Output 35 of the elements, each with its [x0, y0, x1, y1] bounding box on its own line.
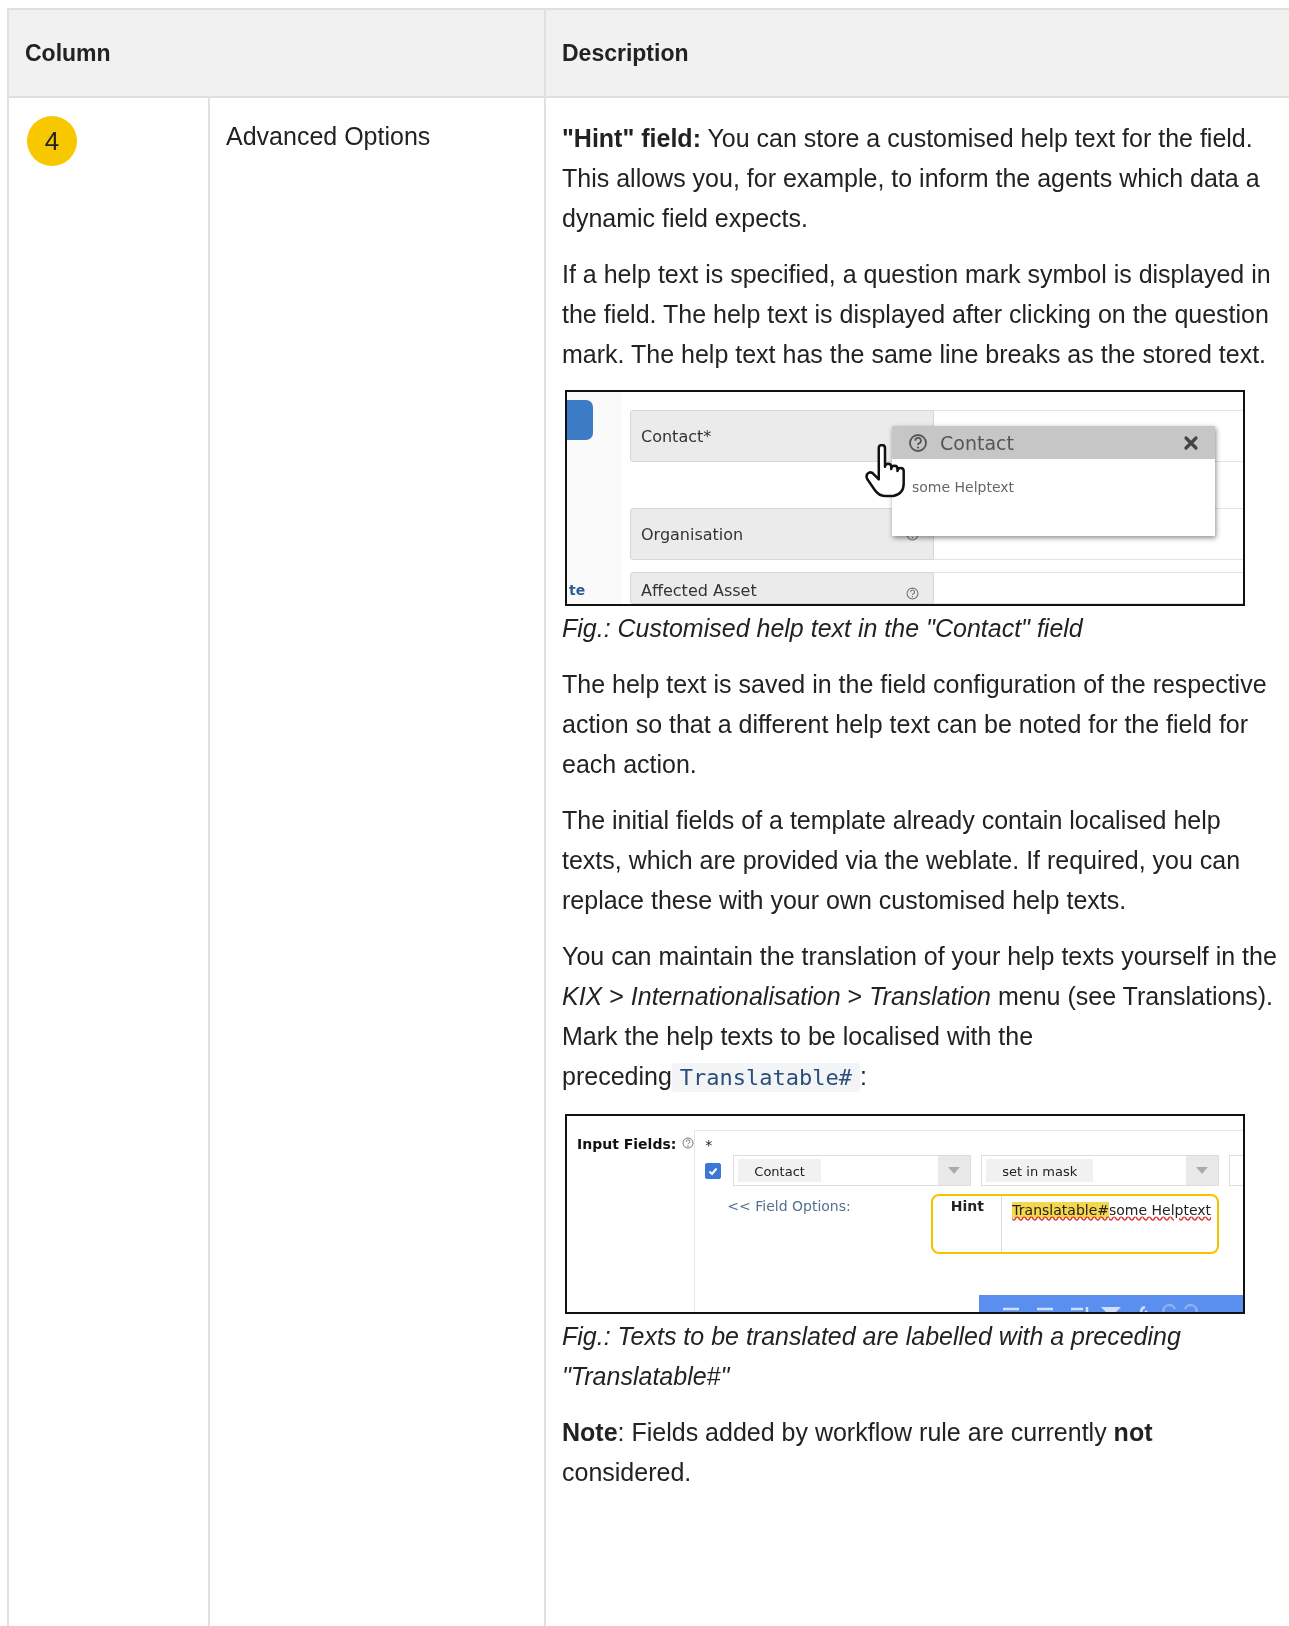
- help-icon[interactable]: [906, 587, 919, 600]
- highlighted-text: Translatable#: [1012, 1202, 1109, 1218]
- option-name: Advanced Options: [226, 121, 431, 152]
- select-field[interactable]: Contact: [733, 1155, 972, 1186]
- field-label: Hint: [933, 1196, 1003, 1252]
- figure-caption: Fig.: Customised help text in the "Contact" field: [562, 613, 1085, 644]
- description-text: The initial fields of a template already contain localised help texts, which are provided via the weblate. If required, you can replace these with your own customised help texts.: [562, 805, 1242, 916]
- number-badge: 4: [27, 116, 77, 166]
- figure-caption: Fig.: Texts to be translated are labelled with a preceding "Translatable#": [562, 1321, 1182, 1392]
- description-text: Note: Fields added by workflow rule are currently not considered.: [562, 1417, 1154, 1488]
- select-field[interactable]: set in mask: [981, 1155, 1220, 1186]
- field-label-text: Contact*: [641, 426, 712, 446]
- field-label-text: Affected Asset: [641, 581, 757, 600]
- help-icon: [908, 432, 928, 453]
- column-header: Column: [9, 10, 546, 96]
- close-icon[interactable]: [1183, 434, 1199, 451]
- description-text: You can maintain the translation of your help texts yourself in the KIX > Internationalisation > Translation menu (see Translations). Mark the help texts to be localised with the preceding Translatable# :: [562, 941, 1278, 1094]
- description-text: If a help text is specified, a question mark symbol is displayed in the field. The help text is displayed after clicking on the question mark. The help text has the same line breaks as the stored text.: [562, 259, 1272, 370]
- hint-text: some Helptext: [1109, 1202, 1212, 1218]
- sidebar-tab[interactable]: [567, 400, 593, 440]
- field-options-link[interactable]: << Field Options:: [705, 1194, 932, 1254]
- caret-icon: [1196, 1167, 1209, 1174]
- caret-icon: [948, 1167, 961, 1174]
- required-mark: *: [705, 1137, 714, 1151]
- help-text: some Helptext: [912, 479, 1015, 495]
- popup-title: Contact: [940, 431, 1015, 454]
- hint-field[interactable]: Hint Translatable#some Helptext: [931, 1194, 1220, 1254]
- section-label: Input Fields:: [577, 1136, 677, 1152]
- column-header: Description: [561, 38, 690, 68]
- sidebar-label: te: [569, 582, 586, 598]
- checkbox[interactable]: [705, 1162, 722, 1179]
- field-label-text: Organisation: [641, 524, 744, 544]
- help-icon[interactable]: [682, 1137, 695, 1149]
- description-text: The help text is saved in the field configuration of the respective action so that a different help text can be noted for the field for each action.: [562, 669, 1268, 780]
- description-text: "Hint" field: You can store a customised help text for the field. This allows you, for example, to inform the agents which data a dynamic field expects.: [562, 123, 1261, 234]
